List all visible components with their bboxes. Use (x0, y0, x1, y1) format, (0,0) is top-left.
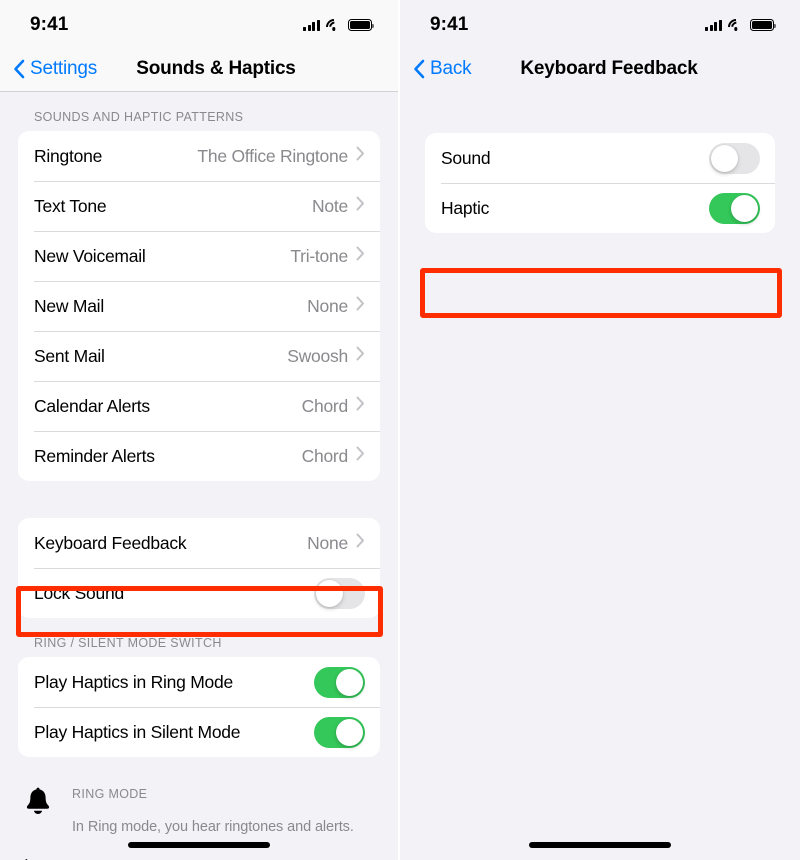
mode-explanations: RING MODE In Ring mode, you hear rington… (0, 785, 398, 860)
row-value: Chord (301, 445, 349, 466)
play-haptics-ring-mode-toggle[interactable] (314, 666, 365, 698)
row-label: Text Tone (34, 195, 107, 216)
row-label: Calendar Alerts (34, 395, 150, 416)
lock-sound-toggle[interactable] (314, 577, 365, 609)
settings-group-keyboard-feedback: Sound Haptic (425, 133, 775, 233)
chevron-right-icon (356, 246, 365, 266)
row-reminder-alerts[interactable]: Reminder Alerts Chord (18, 431, 380, 481)
right-phone-screen: 9:41 Back Keyboard Feedback Sound Haptic (400, 0, 800, 860)
bell-icon (22, 785, 54, 816)
wifi-icon (322, 15, 346, 39)
back-button-label: Back (430, 58, 472, 79)
nav-bar-right: Back Keyboard Feedback (400, 46, 800, 92)
keyboard-feedback-list: Sound Haptic (400, 92, 800, 860)
play-haptics-silent-mode-toggle[interactable] (314, 716, 365, 748)
section-header-sounds-patterns: SOUNDS AND HAPTIC PATTERNS (34, 110, 244, 124)
row-lock-sound[interactable]: Lock Sound (18, 568, 380, 618)
chevron-right-icon (356, 346, 365, 366)
ring-mode-block: RING MODE In Ring mode, you hear rington… (22, 785, 376, 835)
status-bar-left: 9:41 (0, 0, 398, 46)
back-button[interactable]: Back (413, 58, 472, 80)
chevron-right-icon (356, 533, 365, 553)
settings-group-ring-silent: Play Haptics in Ring Mode Play Haptics i… (18, 657, 380, 757)
wifi-icon (724, 15, 748, 39)
row-label: Play Haptics in Ring Mode (34, 671, 233, 692)
dual-screen-container: 9:41 Settings Sounds & Haptics SOUNDS AN… (0, 0, 800, 860)
row-label: New Voicemail (34, 245, 146, 266)
row-value: Chord (301, 395, 349, 416)
row-play-haptics-ring-mode[interactable]: Play Haptics in Ring Mode (18, 657, 380, 707)
ring-mode-title: RING MODE (72, 787, 148, 801)
row-keyboard-feedback[interactable]: Keyboard Feedback None (18, 518, 380, 568)
row-sent-mail[interactable]: Sent Mail Swoosh (18, 331, 380, 381)
row-label: Reminder Alerts (34, 445, 155, 466)
status-bar-right: 9:41 (400, 0, 800, 46)
chevron-right-icon (356, 146, 365, 166)
back-button-label: Settings (30, 57, 98, 79)
ring-mode-description: In Ring mode, you hear ringtones and ale… (72, 819, 354, 835)
row-value: The Office Ringtone (197, 145, 348, 166)
chevron-left-icon (413, 59, 425, 79)
row-value: None (307, 295, 348, 316)
section-header-ring-silent: RING / SILENT MODE SWITCH (34, 636, 222, 650)
left-phone-screen: 9:41 Settings Sounds & Haptics SOUNDS AN… (0, 0, 398, 860)
row-value: Swoosh (287, 345, 348, 366)
row-value: Note (312, 195, 348, 216)
status-bar-clock: 9:41 (30, 14, 69, 35)
chevron-right-icon (356, 296, 365, 316)
row-haptic[interactable]: Haptic (425, 183, 775, 233)
row-value: None (307, 532, 348, 553)
row-label: Lock Sound (34, 582, 124, 603)
row-calendar-alerts[interactable]: Calendar Alerts Chord (18, 381, 380, 431)
row-label: Keyboard Feedback (34, 532, 187, 553)
row-label: Haptic (441, 197, 490, 218)
row-text-tone[interactable]: Text Tone Note (18, 181, 380, 231)
row-label: New Mail (34, 295, 104, 316)
cellular-signal-icon (705, 19, 722, 31)
chevron-right-icon (356, 396, 365, 416)
row-play-haptics-silent-mode[interactable]: Play Haptics in Silent Mode (18, 707, 380, 757)
sound-toggle[interactable] (709, 142, 760, 174)
settings-group-keyboard-lock: Keyboard Feedback None Lock Sound (18, 518, 380, 618)
row-new-mail[interactable]: New Mail None (18, 281, 380, 331)
home-indicator-left (128, 842, 270, 848)
chevron-right-icon (356, 196, 365, 216)
row-label: Sound (441, 147, 491, 168)
row-new-voicemail[interactable]: New Voicemail Tri-tone (18, 231, 380, 281)
row-label: Sent Mail (34, 345, 105, 366)
chevron-left-icon (13, 59, 25, 79)
highlight-box-haptic (420, 268, 782, 318)
battery-full-icon (348, 19, 375, 31)
back-button-settings[interactable]: Settings (13, 58, 97, 80)
chevron-right-icon (356, 446, 365, 466)
settings-group-sounds-patterns: Ringtone The Office Ringtone Text Tone N… (18, 131, 380, 481)
row-label: Play Haptics in Silent Mode (34, 721, 241, 742)
battery-full-icon (750, 19, 777, 31)
row-label: Ringtone (34, 145, 103, 166)
status-bar-indicators (303, 15, 375, 39)
status-bar-indicators (705, 15, 777, 39)
status-bar-clock: 9:41 (430, 14, 469, 35)
settings-list-left: SOUNDS AND HAPTIC PATTERNS Ringtone The … (0, 92, 398, 860)
row-sound[interactable]: Sound (425, 133, 775, 183)
haptic-toggle[interactable] (709, 192, 760, 224)
row-value: Tri-tone (290, 245, 348, 266)
row-ringtone[interactable]: Ringtone The Office Ringtone (18, 131, 380, 181)
home-indicator-right (529, 842, 671, 848)
cellular-signal-icon (303, 19, 320, 31)
nav-bar-left: Settings Sounds & Haptics (0, 46, 398, 92)
